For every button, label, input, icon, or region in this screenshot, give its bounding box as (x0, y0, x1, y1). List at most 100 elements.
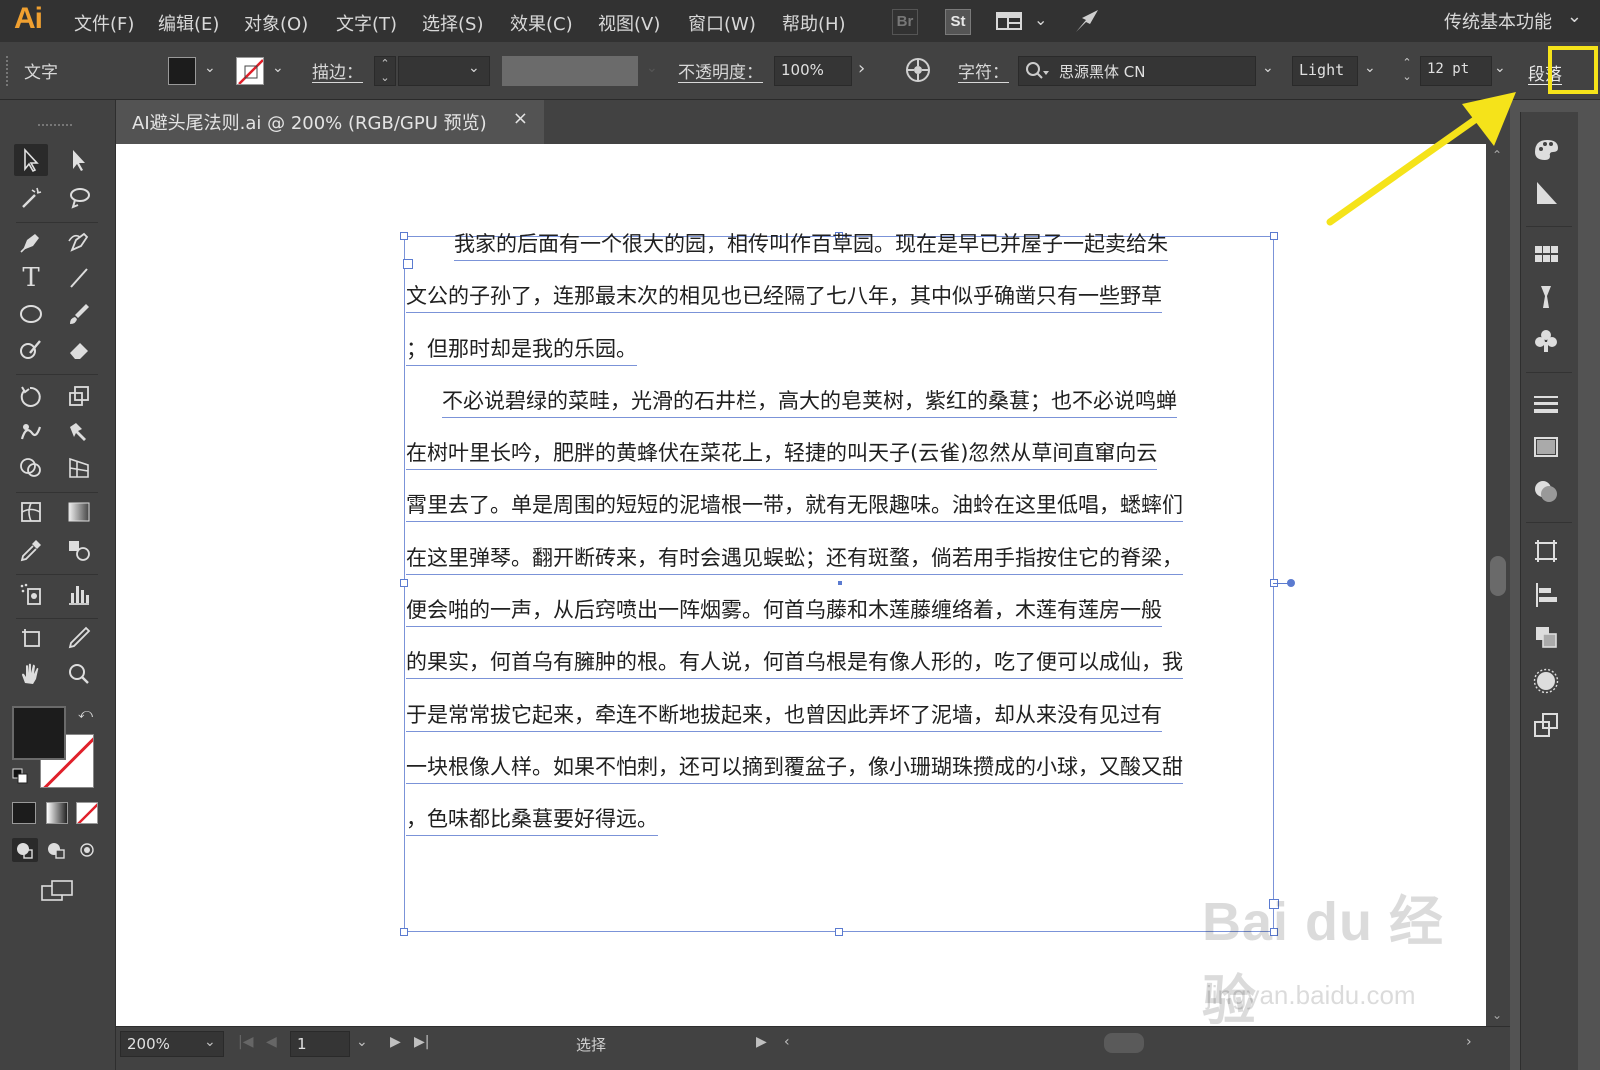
menu-object[interactable]: 对象(O) (244, 10, 308, 36)
swatches-panel-icon[interactable] (1528, 240, 1564, 276)
menu-window[interactable]: 窗口(W) (688, 10, 756, 36)
menu-view[interactable]: 视图(V) (598, 10, 660, 36)
draw-normal-icon[interactable] (12, 838, 38, 862)
gradient-tool-icon[interactable] (62, 496, 96, 528)
vertical-scroll-thumb[interactable] (1490, 556, 1506, 596)
swap-fill-stroke-icon[interactable]: ⤺ (78, 706, 93, 722)
appearance-panel-icon[interactable] (1528, 666, 1564, 702)
color-guide-icon[interactable] (1528, 178, 1564, 214)
artboard-tool-icon[interactable] (14, 622, 48, 654)
horizontal-scroll-thumb[interactable] (1104, 1033, 1144, 1053)
chevron-down-icon[interactable]: ⌄ (468, 60, 480, 76)
artboard[interactable]: 我家的后面有一个很大的园，相传叫作百草园。现在是早已并屋子一起卖给朱 文公的子孙… (116, 144, 1486, 1031)
eyedropper-tool-icon[interactable] (14, 534, 48, 566)
chevron-down-icon[interactable]: ⌄ (1034, 10, 1047, 29)
character-label[interactable]: 字符： (958, 58, 1009, 83)
pathfinder-panel-icon[interactable] (1528, 622, 1564, 658)
selection-tool-icon[interactable] (14, 144, 48, 176)
color-panel-icon[interactable] (1528, 134, 1564, 170)
pen-tool-icon[interactable] (14, 226, 48, 258)
chevron-down-icon[interactable]: ⌄ (204, 1034, 216, 1050)
stroke-panel-icon[interactable] (1528, 388, 1564, 424)
zoom-tool-icon[interactable] (62, 658, 96, 690)
menu-help[interactable]: 帮助(H) (782, 10, 846, 36)
chevron-down-icon[interactable]: ⌄ (356, 1034, 368, 1050)
bridge-button[interactable]: Br (892, 9, 918, 35)
chevron-down-icon[interactable]: ⌄ (1567, 6, 1582, 27)
selection-handle[interactable] (835, 928, 843, 936)
gradient-panel-icon[interactable] (1528, 432, 1564, 468)
column-graph-tool-icon[interactable] (62, 578, 96, 610)
status-menu-icon[interactable]: ▶ (756, 1034, 767, 1050)
chevron-down-icon[interactable]: ⌄ (204, 60, 216, 76)
transparency-panel-icon[interactable] (1528, 476, 1564, 512)
artboard-number-field[interactable]: 1 (290, 1031, 350, 1057)
scroll-down-icon[interactable]: ⌄ (1492, 1008, 1502, 1022)
eraser-tool-icon[interactable] (62, 334, 96, 366)
font-style-field[interactable]: Light (1292, 56, 1358, 86)
vertical-scrollbar[interactable]: ⌃ ⌄ (1486, 144, 1510, 1026)
paintbrush-tool-icon[interactable] (62, 298, 96, 330)
first-artboard-icon[interactable]: |◀ (238, 1034, 253, 1050)
menu-select[interactable]: 选择(S) (422, 10, 483, 36)
gpu-performance-icon[interactable] (1072, 6, 1102, 40)
menu-edit[interactable]: 编辑(E) (158, 10, 219, 36)
workspace-switcher[interactable]: 传统基本功能 (1444, 8, 1552, 34)
stroke-label[interactable]: 描边： (312, 58, 363, 83)
chevron-down-icon[interactable]: ⌄ (1494, 60, 1506, 76)
color-mode-icon[interactable] (12, 802, 36, 824)
ellipse-tool-icon[interactable] (14, 298, 48, 330)
document-tab[interactable]: AI避头尾法则.ai @ 200% (RGB/GPU 预览) × (116, 100, 544, 144)
magic-wand-tool-icon[interactable] (14, 182, 48, 214)
direct-selection-tool-icon[interactable] (62, 144, 96, 176)
scroll-left-icon[interactable]: ‹ (784, 1034, 790, 1050)
font-family-field[interactable]: 思源黑体 CN (1018, 56, 1256, 86)
mesh-tool-icon[interactable] (14, 496, 48, 528)
selection-handle[interactable] (400, 928, 408, 936)
chevron-right-icon[interactable]: › (858, 58, 865, 79)
previous-artboard-icon[interactable]: ◀ (266, 1034, 277, 1050)
paragraph-text[interactable]: 我家的后面有一个很大的园，相传叫作百草园。现在是早已并屋子一起卖给朱 文公的子孙… (406, 226, 1266, 854)
transform-panel-icon[interactable] (1528, 536, 1564, 572)
slice-tool-icon[interactable] (62, 622, 96, 654)
draw-behind-icon[interactable] (44, 838, 70, 862)
arrange-documents-icon[interactable] (996, 12, 1022, 30)
default-fill-stroke-icon[interactable] (12, 768, 28, 784)
artboards-panel-icon[interactable] (1528, 710, 1564, 746)
perspective-grid-tool-icon[interactable] (62, 452, 96, 484)
opacity-label[interactable]: 不透明度： (678, 58, 763, 83)
menu-type[interactable]: 文字(T) (336, 10, 397, 36)
font-size-stepper-icon[interactable]: ⌃ ⌄ (1396, 56, 1418, 86)
line-segment-tool-icon[interactable] (62, 262, 96, 294)
none-mode-icon[interactable] (76, 802, 98, 824)
stroke-weight-stepper-icon[interactable]: ⌃ ⌄ (374, 56, 396, 86)
stock-button[interactable]: St (945, 9, 971, 35)
blend-tool-icon[interactable] (62, 534, 96, 566)
chevron-down-icon[interactable]: ⌄ (1262, 60, 1274, 76)
symbol-sprayer-tool-icon[interactable] (14, 578, 48, 610)
lasso-tool-icon[interactable] (62, 182, 96, 214)
type-tool-icon[interactable]: T (14, 262, 48, 294)
scroll-right-icon[interactable]: › (1466, 1034, 1472, 1050)
chevron-down-icon[interactable]: ⌄ (272, 60, 284, 76)
current-tool-status[interactable]: 选择 (576, 1034, 606, 1055)
thread-connector-end[interactable] (1287, 579, 1295, 587)
next-artboard-icon[interactable]: ▶ (390, 1034, 401, 1050)
recolor-artwork-icon[interactable] (904, 56, 932, 88)
gradient-mode-icon[interactable] (46, 802, 68, 824)
stroke-color-swatch[interactable] (236, 57, 264, 85)
menu-file[interactable]: 文件(F) (74, 10, 134, 36)
font-size-field[interactable]: 12 pt (1420, 56, 1492, 86)
menu-effect[interactable]: 效果(C) (510, 10, 573, 36)
rotate-tool-icon[interactable] (14, 380, 48, 412)
draw-inside-icon[interactable] (74, 838, 100, 862)
scroll-up-icon[interactable]: ⌃ (1492, 148, 1502, 162)
variable-width-profile[interactable] (502, 56, 638, 86)
scale-tool-icon[interactable] (62, 380, 96, 412)
last-artboard-icon[interactable]: ▶| (414, 1034, 429, 1050)
screen-mode-icon[interactable] (40, 878, 74, 904)
warp-tool-icon[interactable] (14, 416, 48, 448)
symbols-panel-icon[interactable] (1528, 326, 1564, 362)
puppet-warp-tool-icon[interactable] (62, 416, 96, 448)
shaper-tool-icon[interactable] (14, 334, 48, 366)
